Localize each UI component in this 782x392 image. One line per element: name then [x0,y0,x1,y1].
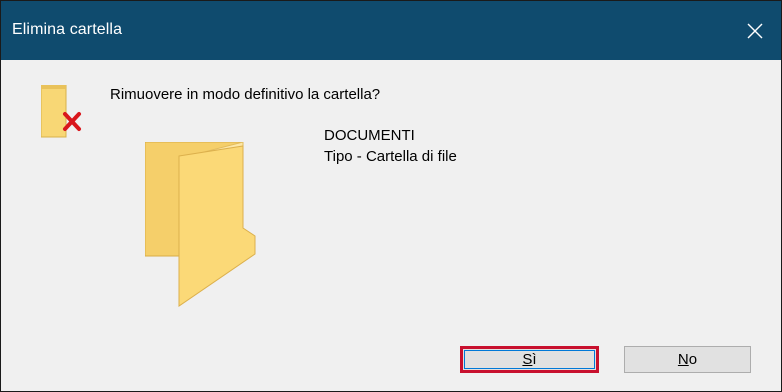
folder-type: Tipo - Cartella di file [324,148,457,165]
confirmation-message: Rimuovere in modo definitivo la cartella… [110,86,381,103]
dialog-title: Elimina cartella [12,21,123,38]
folder-delete-icon [40,84,87,148]
delete-folder-dialog: Elimina cartella Rimuovere in modo defin… [0,0,782,392]
yes-button-label: Sì [522,351,537,368]
close-icon [747,23,763,39]
folder-icon [144,141,257,313]
yes-button[interactable]: Sì [460,346,599,373]
close-button[interactable] [731,1,781,60]
no-button[interactable]: No [624,346,751,373]
title-bar: Elimina cartella [1,1,781,60]
no-button-label: No [677,351,698,368]
folder-name: DOCUMENTI [324,127,415,144]
